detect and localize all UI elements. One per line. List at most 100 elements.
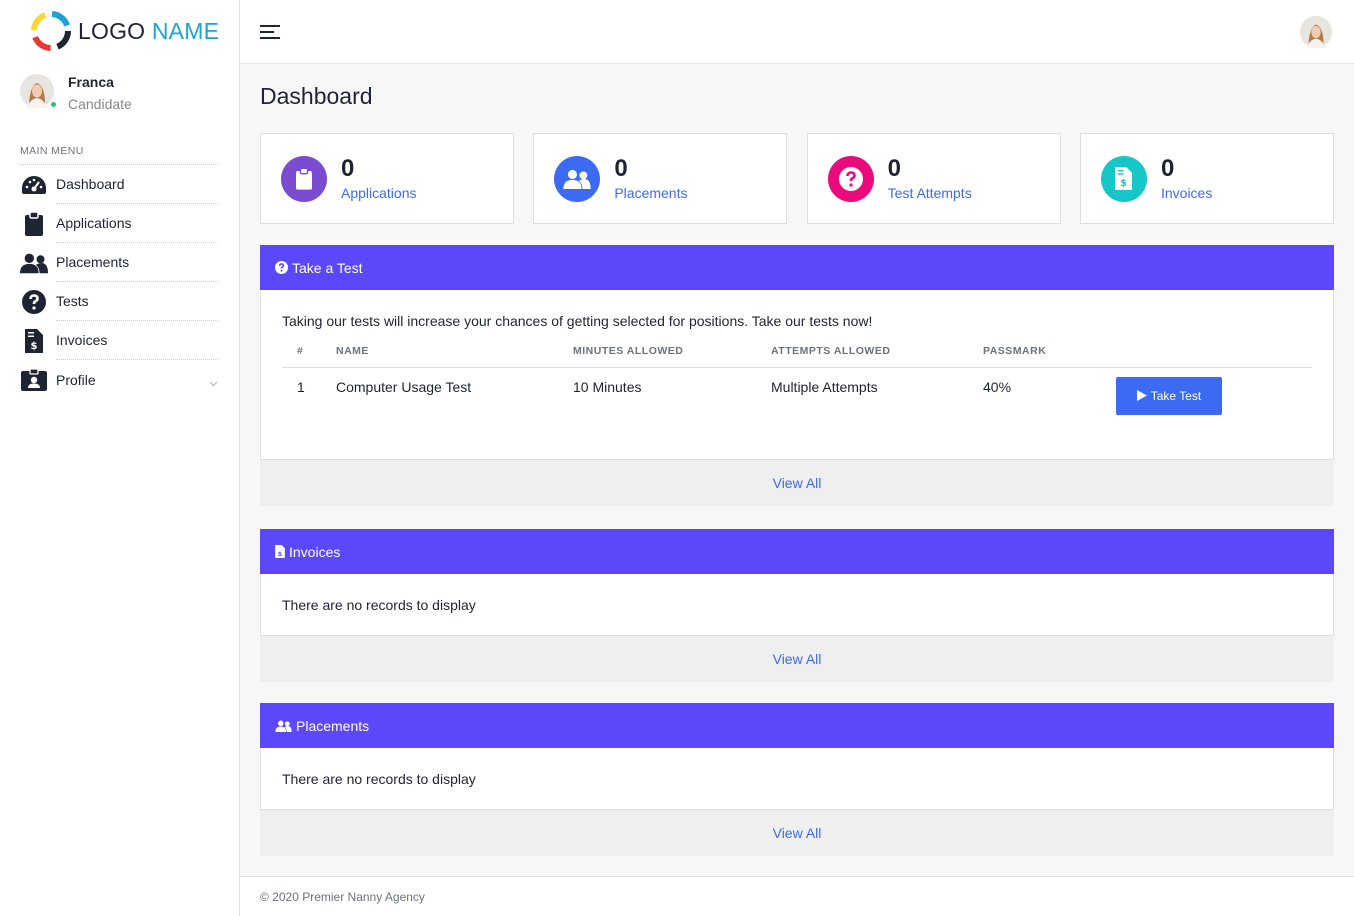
panel-footer: View All xyxy=(260,460,1334,506)
clipboard-icon xyxy=(20,212,48,236)
empty-state-text: There are no records to display xyxy=(282,770,476,787)
users-icon xyxy=(275,720,292,732)
column-header: NAME xyxy=(336,345,573,368)
test-passmark: 40% xyxy=(983,378,1012,395)
panel-header: Take a Test xyxy=(260,245,1334,290)
panel-footer: View All xyxy=(260,810,1334,856)
sidebar-item-label: Profile xyxy=(56,371,96,388)
view-all-placements-link[interactable]: View All xyxy=(773,825,822,841)
sidebar-item-label: Placements xyxy=(56,254,130,270)
play-icon xyxy=(1136,390,1147,401)
panel-title: Invoices xyxy=(289,543,341,560)
logo[interactable]: LOGO NAME xyxy=(28,6,219,56)
logo-text: LOGO NAME xyxy=(78,17,220,44)
test-attempts: Multiple Attempts xyxy=(771,378,878,395)
view-all-invoices-link[interactable]: View All xyxy=(773,651,822,667)
sidebar: LOGO NAME Franca Candidate MAIN MENU Das… xyxy=(0,0,240,916)
hamburger-menu-icon[interactable] xyxy=(260,25,280,39)
sidebar-item-label: Applications xyxy=(56,215,132,231)
stat-label[interactable]: Placements xyxy=(614,185,687,201)
users-icon xyxy=(563,169,591,189)
users-icon xyxy=(20,251,48,275)
panel-body: There are no records to display xyxy=(260,574,1334,636)
user-role: Candidate xyxy=(68,96,132,112)
stat-card-invoices[interactable]: $ 0 Invoices xyxy=(1079,133,1334,224)
stat-card-placements[interactable]: 0 Placements xyxy=(533,133,788,224)
topbar xyxy=(240,0,1354,64)
sidebar-item-label: Dashboard xyxy=(56,176,125,192)
sidebar-item-label: Tests xyxy=(56,293,89,309)
placements-panel: Placements There are no records to displ… xyxy=(260,703,1334,856)
tests-table: # NAME MINUTES ALLOWED ATTEMPTS ALLOWED … xyxy=(282,345,1312,459)
stat-label[interactable]: Applications xyxy=(341,185,417,201)
panel-title: Take a Test xyxy=(292,259,363,276)
panel-header: Placements xyxy=(260,703,1334,748)
panel-footer: View All xyxy=(260,636,1334,682)
question-circle-icon xyxy=(275,261,288,274)
stat-icon-badge: $ xyxy=(1100,155,1147,202)
panel-title: Placements xyxy=(296,717,370,734)
logo-ring-icon xyxy=(31,11,71,51)
online-status-dot xyxy=(50,101,57,108)
column-header-actions xyxy=(1116,345,1312,368)
sidebar-item-profile[interactable]: Profile xyxy=(21,360,218,399)
user-avatar-button[interactable] xyxy=(1300,16,1332,48)
empty-state-text: There are no records to display xyxy=(282,596,476,613)
svg-text:$: $ xyxy=(278,551,282,558)
table-header-row: # NAME MINUTES ALLOWED ATTEMPTS ALLOWED … xyxy=(282,345,1312,368)
sidebar-item-placements[interactable]: Placements xyxy=(20,243,218,282)
take-test-button[interactable]: Take Test xyxy=(1116,376,1222,415)
stat-count: 0 xyxy=(1160,155,1175,182)
panel-body: There are no records to display xyxy=(260,748,1334,810)
view-all-tests-link[interactable]: View All xyxy=(773,475,822,491)
avatar xyxy=(20,74,57,108)
avatar-photo-icon xyxy=(20,74,54,108)
test-minutes: 10 Minutes xyxy=(573,378,642,395)
user-profile[interactable]: Franca Candidate xyxy=(20,72,132,112)
stat-card-test-attempts[interactable]: 0 Test Attempts xyxy=(806,133,1061,224)
stat-count: 0 xyxy=(341,155,355,182)
tests-intro-text: Taking our tests will increase your chan… xyxy=(282,313,873,329)
column-header: ATTEMPTS ALLOWED xyxy=(771,345,983,368)
chevron-down-icon[interactable] xyxy=(209,374,218,392)
stats-row: 0 Applications 0 Placements 0 Test Attem… xyxy=(260,133,1334,224)
sidebar-item-tests[interactable]: Tests xyxy=(22,282,218,321)
invoice-file-icon: $ xyxy=(275,545,285,558)
stat-count: 0 xyxy=(887,155,902,182)
test-action-cell: Take Test xyxy=(1116,367,1312,459)
avatar-photo-icon xyxy=(1300,16,1332,48)
column-header: MINUTES ALLOWED xyxy=(573,345,771,368)
id-badge-icon xyxy=(20,368,48,392)
sidebar-item-label: Invoices xyxy=(56,332,108,348)
sidebar-item-applications[interactable]: Applications xyxy=(25,204,218,243)
invoices-panel: $ Invoices There are no records to displ… xyxy=(260,529,1334,682)
main-menu: Dashboard Applications Placements Tests … xyxy=(20,164,218,399)
stat-label[interactable]: Test Attempts xyxy=(888,185,972,201)
copyright-text: © 2020 Premier Nanny Agency xyxy=(260,890,425,904)
stat-icon-badge xyxy=(554,155,601,202)
menu-heading: MAIN MENU xyxy=(20,145,84,157)
sidebar-item-dashboard[interactable]: Dashboard xyxy=(22,165,218,204)
stat-icon-badge xyxy=(827,155,874,202)
panel-header: $ Invoices xyxy=(260,529,1334,574)
test-number: 1 xyxy=(297,378,305,395)
panel-body: Taking our tests will increase your chan… xyxy=(260,290,1334,460)
table-row: 1 Computer Usage Test 10 Minutes Multipl… xyxy=(282,367,1312,459)
stat-label[interactable]: Invoices xyxy=(1161,185,1212,201)
column-header: # xyxy=(282,345,336,368)
take-test-label: Take Test xyxy=(1150,388,1202,403)
svg-text:$: $ xyxy=(31,341,38,352)
stat-card-applications[interactable]: 0 Applications xyxy=(260,133,514,224)
user-name: Franca xyxy=(68,74,114,90)
dashboard-gauge-icon xyxy=(20,173,48,197)
take-a-test-panel: Take a Test Taking our tests will increa… xyxy=(260,245,1334,506)
page-title: Dashboard xyxy=(260,83,373,109)
invoice-file-icon: $ xyxy=(1115,167,1133,190)
page-footer: © 2020 Premier Nanny Agency xyxy=(240,876,1354,916)
question-circle-icon xyxy=(838,166,863,191)
sidebar-item-invoices[interactable]: $ Invoices xyxy=(25,321,218,360)
invoice-file-icon: $ xyxy=(20,329,48,353)
clipboard-icon xyxy=(296,167,312,190)
question-circle-icon xyxy=(20,290,48,314)
svg-text:$: $ xyxy=(1121,178,1128,189)
